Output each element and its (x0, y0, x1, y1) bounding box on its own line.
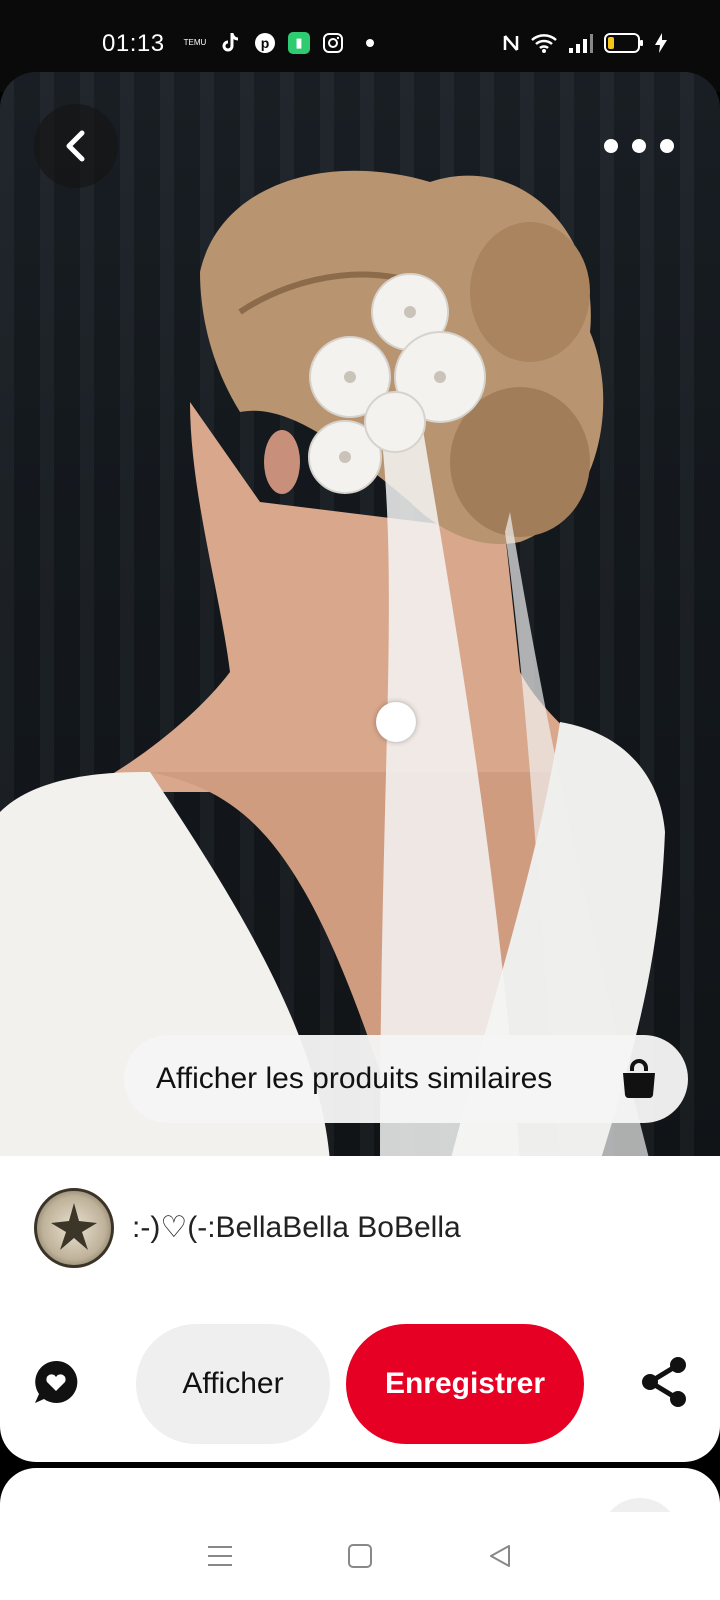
more-dot (660, 139, 674, 153)
save-button[interactable]: Enregistrer (346, 1324, 584, 1444)
battery-icon (604, 33, 643, 53)
home-square-icon (348, 1544, 372, 1568)
share-icon (642, 1357, 686, 1407)
home-button[interactable] (340, 1536, 380, 1576)
visual-search-dot[interactable] (376, 702, 416, 742)
comment-button[interactable] (32, 1358, 80, 1411)
share-button[interactable] (640, 1356, 688, 1413)
wifi-icon (531, 34, 557, 53)
green-app-icon: ▮ (288, 32, 310, 54)
status-time: 01:13 (102, 30, 165, 57)
signal-icon (569, 34, 593, 53)
back-triangle-icon (490, 1545, 510, 1567)
more-dot (632, 139, 646, 153)
similar-products-button[interactable]: Afficher les produits similaires (124, 1035, 688, 1123)
menu-icon (208, 1546, 232, 1566)
tiktok-icon (220, 32, 242, 54)
bride-illustration (0, 170, 665, 1162)
back-nav-button[interactable] (480, 1536, 520, 1576)
pin-image[interactable]: Afficher les produits similaires (0, 72, 720, 1162)
system-navigation-bar (0, 1512, 720, 1600)
star-icon (51, 1203, 97, 1250)
view-button[interactable]: Afficher (136, 1324, 330, 1444)
pin-details-card: :-)♡(-:BellaBella BoBella Afficher Enreg… (0, 1156, 720, 1462)
chevron-left-icon (66, 130, 85, 162)
similar-products-label: Afficher les produits similaires (156, 1062, 553, 1095)
author-avatar[interactable] (34, 1188, 114, 1268)
comment-heart-icon (35, 1360, 78, 1403)
notification-dot (366, 39, 374, 47)
temu-label: TEMU (183, 38, 207, 47)
status-app-icons: TEMU p ▮ (182, 32, 374, 54)
svg-text:p: p (261, 35, 270, 51)
temu-icon: TEMU (182, 32, 208, 54)
charging-icon (655, 33, 667, 53)
more-dot (604, 139, 618, 153)
back-button[interactable] (34, 104, 118, 188)
status-system-icons (502, 32, 668, 54)
nfc-icon (503, 35, 519, 51)
shopping-bag-icon (623, 1059, 655, 1099)
pinterest-icon: p (254, 32, 276, 54)
instagram-icon (322, 32, 344, 54)
recents-button[interactable] (200, 1536, 240, 1576)
more-options-button[interactable] (604, 128, 674, 164)
author-name[interactable]: :-)♡(-:BellaBella BoBella (132, 1210, 461, 1245)
